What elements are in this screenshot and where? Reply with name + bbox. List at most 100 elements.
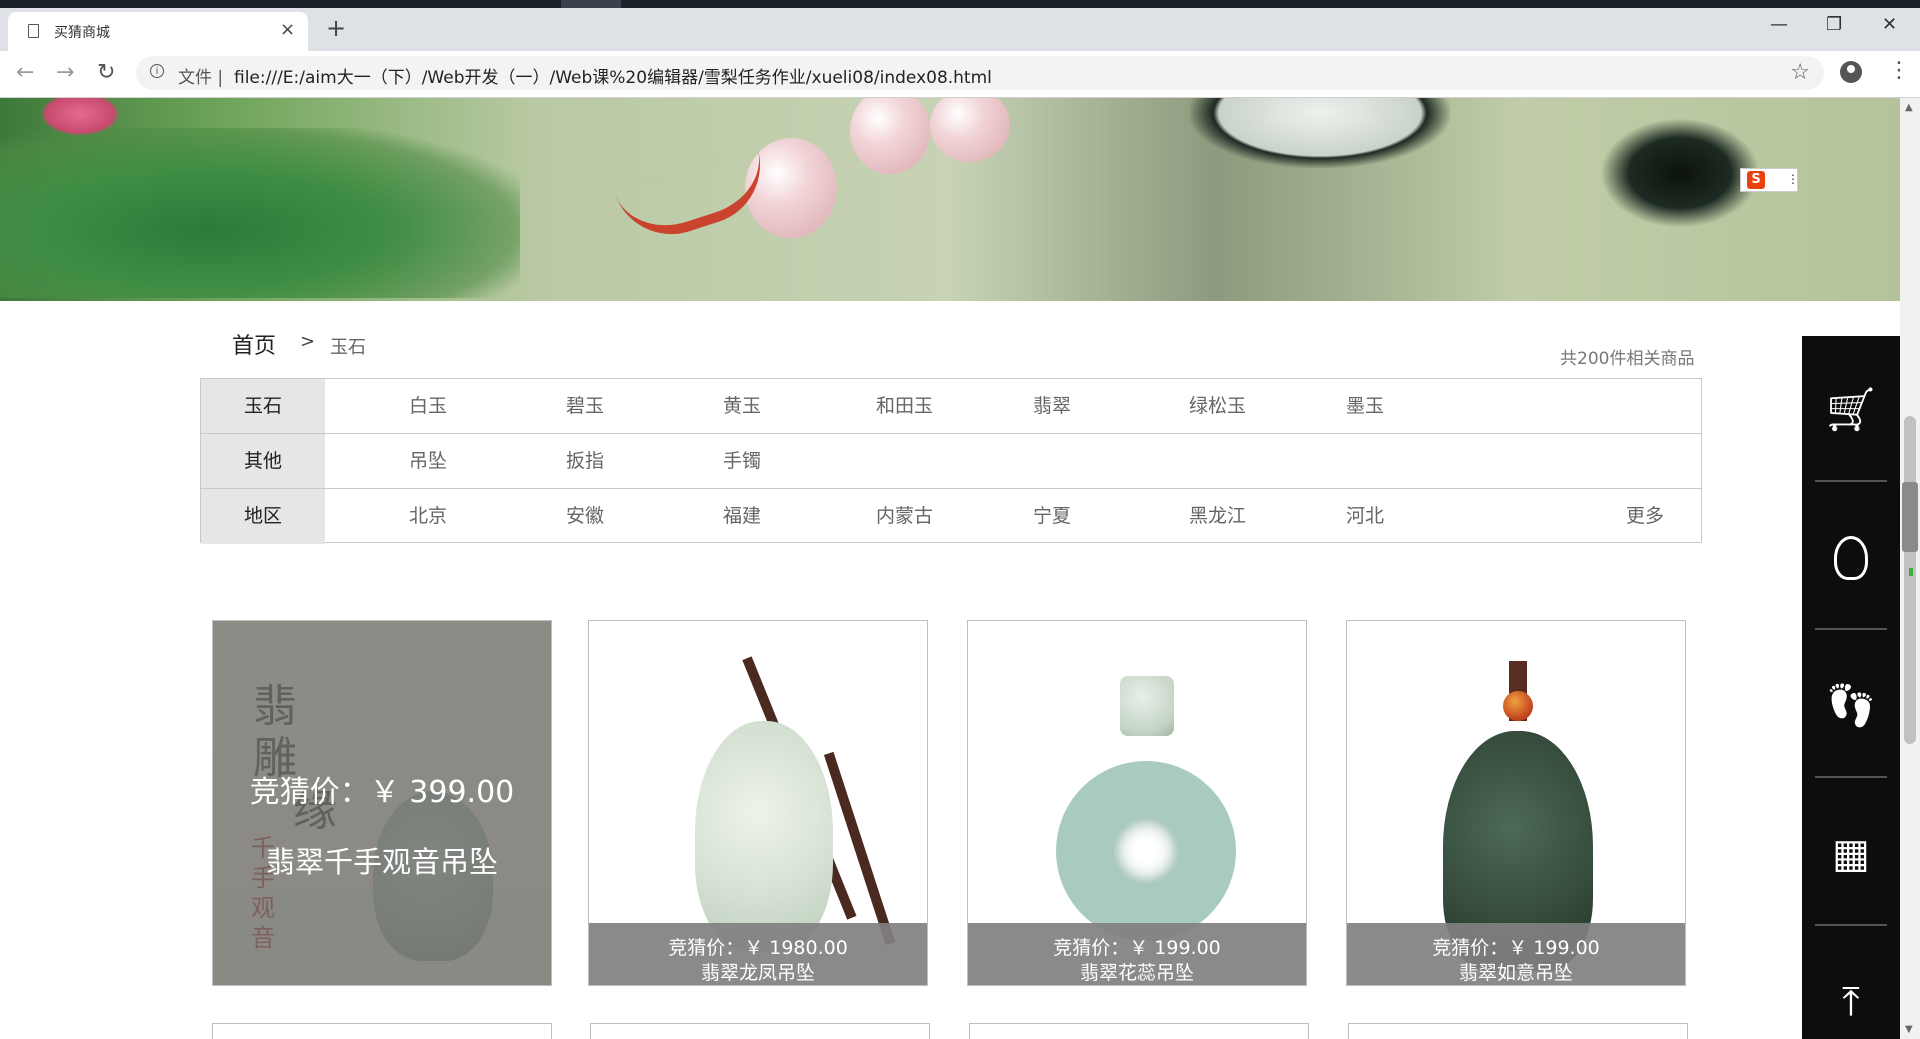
filter-option[interactable]: 白玉 <box>409 379 447 433</box>
filter-option[interactable]: 吊坠 <box>409 434 447 488</box>
jade-bead <box>850 98 930 174</box>
url-field[interactable]: i 文件 | file:///E:/aim大一（下）/Web开发（一）/Web课… <box>136 56 1824 90</box>
os-top-strip <box>0 0 1920 8</box>
account-icon[interactable] <box>1840 61 1862 83</box>
toolbar-divider <box>1815 776 1887 778</box>
toolbar-qrcode[interactable]: ▦ <box>1802 780 1900 926</box>
filter-option[interactable]: 碧玉 <box>566 379 604 433</box>
scroll-thumb[interactable] <box>1904 416 1916 744</box>
minimize-button[interactable]: — <box>1770 14 1788 35</box>
filter-option[interactable]: 扳指 <box>566 434 604 488</box>
filter-option[interactable]: 绿松玉 <box>1189 379 1246 433</box>
product-bead-graphic <box>1503 691 1533 721</box>
filter-option[interactable]: 翡翠 <box>1033 379 1071 433</box>
url-text[interactable]: file:///E:/aim大一（下）/Web开发（一）/Web课%20编辑器/… <box>234 63 992 88</box>
window-close-button[interactable]: ✕ <box>1882 14 1897 35</box>
toolbar-qq[interactable] <box>1802 484 1900 630</box>
scroll-highlight-marker <box>1909 568 1913 576</box>
info-icon[interactable]: i <box>150 64 164 78</box>
product-price: 竞猜价：￥ 1980.00 <box>668 937 848 959</box>
filter-option[interactable]: 安徽 <box>566 489 604 543</box>
filter-option[interactable]: 河北 <box>1346 489 1384 543</box>
breadcrumb-home[interactable]: 首页 <box>232 328 276 360</box>
filter-row-head: 地区 <box>201 489 325 544</box>
scroll-position-marker <box>1902 482 1918 552</box>
product-price: 竞猜价：￥ 199.00 <box>1053 937 1221 959</box>
lotus-leaf-graphic <box>0 128 520 298</box>
filter-row-other: 其他 吊坠 扳指 手镯 <box>201 434 1701 489</box>
filter-row-head: 其他 <box>201 434 325 488</box>
product-card[interactable]: 竞猜价：￥ 199.00 翡翠如意吊坠 <box>1346 620 1686 986</box>
product-price: 竞猜价：￥ 399.00 <box>249 775 515 810</box>
filter-option[interactable]: 和田玉 <box>876 379 933 433</box>
filter-option[interactable]: 宁夏 <box>1033 489 1071 543</box>
jade-pendant-graphic <box>1190 98 1450 168</box>
product-info-bar: 竞猜价：￥ 199.00 翡翠如意吊坠 <box>1347 923 1685 985</box>
ink-splash-graphic <box>1600 118 1760 228</box>
reload-button[interactable]: ↻ <box>97 60 115 85</box>
restore-button[interactable]: ❐ <box>1826 14 1842 35</box>
sogou-ime-icon: S <box>1747 171 1765 189</box>
tab-bar: 买猜商城 × + — ❐ ✕ <box>0 8 1920 51</box>
cart-icon: 🛒 <box>1826 387 1876 433</box>
toolbar-divider <box>1815 924 1887 926</box>
filter-table: 玉石 白玉 碧玉 黄玉 和田玉 翡翠 绿松玉 墨玉 其他 吊坠 扳指 手镯 地区… <box>200 378 1702 544</box>
product-name: 翡翠千手观音吊坠 <box>265 845 498 879</box>
footprint-icon: 👣 <box>1826 683 1876 729</box>
filter-option[interactable]: 内蒙古 <box>876 489 933 543</box>
more-link[interactable]: 更多 <box>1626 489 1664 543</box>
product-bead-graphic <box>1120 676 1174 736</box>
scroll-down-arrow[interactable]: ▼ <box>1905 1024 1913 1035</box>
toolbar-divider <box>1815 628 1887 630</box>
qrcode-icon: ▦ <box>1832 831 1870 877</box>
close-tab-icon[interactable]: × <box>280 19 295 40</box>
product-card[interactable]: 竞猜价：￥ 1980.00 翡翠龙凤吊坠 <box>588 620 928 986</box>
forward-button[interactable]: → <box>56 60 74 85</box>
vertical-scrollbar[interactable]: ▲ ▼ <box>1900 98 1920 1039</box>
breadcrumb-separator: > <box>300 331 316 352</box>
scroll-up-arrow[interactable]: ▲ <box>1905 102 1913 113</box>
qq-icon <box>1802 536 1900 580</box>
filter-option[interactable]: 墨玉 <box>1346 379 1384 433</box>
os-strip-segment <box>561 0 621 8</box>
filter-row-head: 玉石 <box>201 379 325 433</box>
breadcrumb-current: 玉石 <box>330 337 366 358</box>
filter-option[interactable]: 黄玉 <box>723 379 761 433</box>
product-card[interactable]: 竞猜价：￥ 199.00 翡翠花蕊吊坠 <box>967 620 1307 986</box>
product-price: 竞猜价：￥ 199.00 <box>1432 937 1600 959</box>
product-card-next-row[interactable] <box>212 1023 552 1039</box>
back-button[interactable]: ← <box>16 60 34 85</box>
product-card-next-row[interactable] <box>590 1023 930 1039</box>
scheme-label: 文件 | <box>178 68 224 88</box>
bookmark-star-icon[interactable]: ☆ <box>1790 60 1810 85</box>
filter-row-region: 地区 北京 安徽 福建 内蒙古 宁夏 黑龙江 河北 更多 <box>201 489 1701 544</box>
lotus-flower-graphic <box>40 98 120 136</box>
filter-option[interactable]: 北京 <box>409 489 447 543</box>
document-icon <box>28 24 39 38</box>
result-count: 共200件相关商品 <box>1560 349 1695 369</box>
toolbar-cart[interactable]: 🛒 <box>1802 336 1900 482</box>
toolbar-footprint[interactable]: 👣 <box>1802 632 1900 778</box>
address-bar: ← → ↻ i 文件 | file:///E:/aim大一（下）/Web开发（一… <box>0 51 1920 98</box>
toolbar-divider <box>1815 480 1887 482</box>
ime-toolbar[interactable]: S ⋮ <box>1740 168 1799 192</box>
product-info-bar: 竞猜价：￥ 199.00 翡翠花蕊吊坠 <box>968 923 1306 985</box>
toolbar-back-to-top[interactable]: ⤒ <box>1802 928 1900 1039</box>
product-card[interactable]: 翡雕缘 千手观音 竞猜价：￥ 399.00 翡翠千手观音吊坠 <box>212 620 552 986</box>
product-info-bar: 竞猜价：￥ 1980.00 翡翠龙凤吊坠 <box>589 923 927 985</box>
product-card-next-row[interactable] <box>1348 1023 1688 1039</box>
filter-option[interactable]: 福建 <box>723 489 761 543</box>
product-card-next-row[interactable] <box>969 1023 1309 1039</box>
browser-menu-icon[interactable]: ⋮ <box>1888 58 1910 83</box>
tab-active[interactable]: 买猜商城 × <box>8 12 308 51</box>
product-name: 翡翠龙凤吊坠 <box>700 962 815 984</box>
ime-menu-icon[interactable]: ⋮ <box>1787 172 1799 186</box>
filter-row-jade: 玉石 白玉 碧玉 黄玉 和田玉 翡翠 绿松玉 墨玉 <box>201 379 1701 434</box>
product-name: 翡翠花蕊吊坠 <box>1079 962 1194 984</box>
jade-bead <box>930 98 1010 162</box>
new-tab-button[interactable]: + <box>326 14 346 42</box>
banner-image: S ⋮ <box>0 98 1900 301</box>
filter-option[interactable]: 手镯 <box>723 434 761 488</box>
filter-option[interactable]: 黑龙江 <box>1189 489 1246 543</box>
tab-title: 买猜商城 <box>54 25 110 41</box>
